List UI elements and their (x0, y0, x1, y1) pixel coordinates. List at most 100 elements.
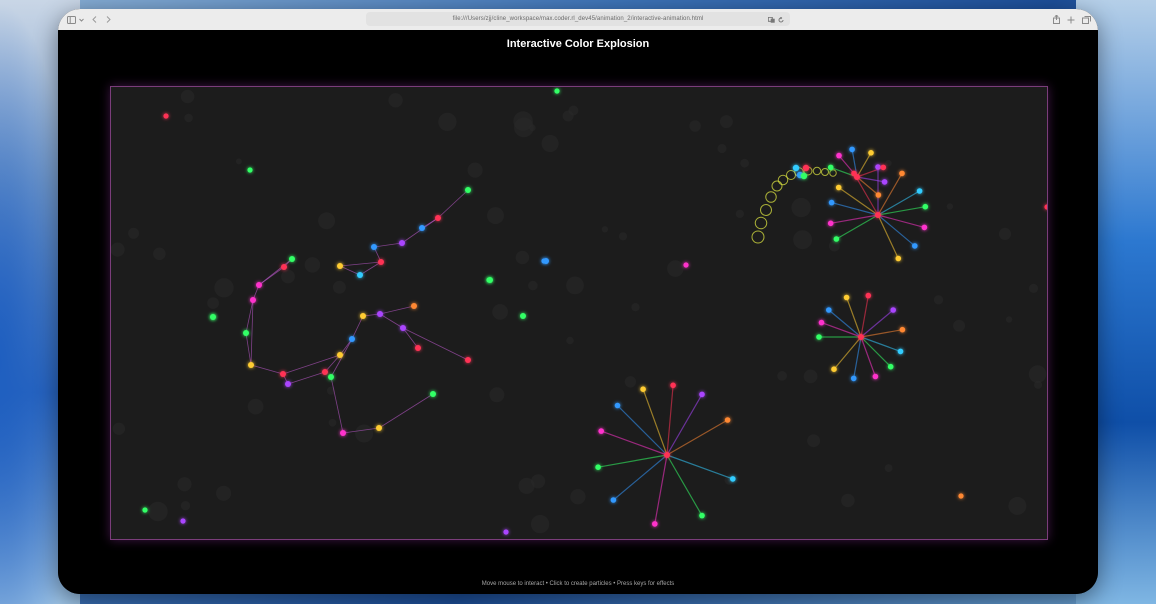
faint-particle (1028, 365, 1047, 383)
faint-particle (153, 247, 166, 261)
trail-ring (829, 169, 837, 177)
burst-ray (853, 336, 862, 379)
faint-particle (281, 269, 295, 284)
particle-dot (503, 529, 509, 535)
particle-dot (419, 225, 425, 231)
burst-particle (850, 375, 857, 382)
burst-particle (827, 220, 834, 227)
plus-icon[interactable] (1067, 13, 1075, 26)
faint-particle (328, 418, 337, 427)
burst-ray (613, 454, 668, 501)
burst-particle (875, 192, 882, 198)
particle-dot (210, 314, 216, 320)
burst-ray (642, 388, 668, 456)
burst-particle (670, 382, 676, 389)
burst-ray (617, 405, 668, 456)
burst-particle (699, 512, 705, 519)
burst-ray (654, 454, 668, 525)
burst-particle (872, 373, 879, 380)
faint-particle (689, 120, 701, 132)
faint-particle (791, 197, 811, 218)
burst-ray (666, 419, 728, 456)
burst-particle (833, 236, 840, 242)
burst-layer (597, 149, 926, 525)
burst-particle (890, 307, 896, 313)
particle-dot (958, 493, 964, 499)
faint-particle (515, 250, 530, 265)
faint-particle (719, 115, 733, 129)
faint-particle (318, 212, 336, 230)
back-icon[interactable] (91, 13, 98, 26)
faint-particle (946, 203, 954, 210)
faint-particle (793, 230, 813, 250)
faint-particle (566, 276, 584, 295)
faint-particle (624, 376, 637, 388)
share-icon[interactable] (1052, 13, 1060, 26)
faint-particle (807, 434, 821, 448)
burst-core (664, 452, 670, 458)
tab-overview-icon[interactable] (1082, 13, 1091, 26)
faint-particle (566, 336, 574, 345)
burst-particle (921, 224, 928, 231)
burst-particle (916, 188, 923, 194)
faint-particle (1008, 496, 1027, 515)
faint-particle (884, 464, 893, 473)
particle-dot (337, 352, 343, 358)
faint-particle (717, 143, 727, 154)
faint-particle (735, 209, 745, 219)
burst-particle (598, 428, 604, 434)
browser-toolbar: file:///Users/zjj/cline_workspace/max.co… (58, 9, 1098, 31)
page-title: Interactive Color Explosion (506, 38, 650, 50)
particle-dots-layer (142, 88, 1047, 535)
sidebar-icon[interactable] (66, 13, 76, 26)
trail-ring (812, 166, 822, 176)
particle-dot (337, 263, 343, 269)
burst-ray (600, 430, 668, 456)
burst-particle (835, 184, 842, 191)
reload-icon[interactable] (778, 10, 784, 28)
address-bar[interactable]: file:///Users/zjj/cline_workspace/max.co… (366, 12, 790, 26)
particle-dot (430, 391, 436, 397)
animation-canvas[interactable] (110, 86, 1048, 540)
burst-core (854, 174, 860, 180)
cursor-particle (802, 164, 810, 172)
burst-particle (887, 363, 894, 370)
burst-particle (899, 326, 906, 333)
faint-particle (570, 489, 586, 505)
particle-link (402, 327, 469, 361)
faint-particle (489, 387, 505, 403)
instructions-text: Move mouse to interact • Click to create… (481, 581, 675, 587)
faint-particle (467, 162, 483, 178)
chevron-down-icon[interactable] (78, 13, 84, 26)
faint-particle (388, 93, 403, 108)
particle-dot (142, 507, 148, 513)
burst-ray (597, 454, 668, 468)
faint-particle (601, 226, 609, 233)
particle-link (245, 332, 252, 366)
particle-dot (280, 371, 286, 377)
burst-particle (610, 497, 617, 503)
particle-scene[interactable] (111, 87, 1047, 539)
faint-particle (530, 514, 550, 534)
faint-particle (438, 112, 457, 132)
burst-ray (860, 329, 903, 338)
particle-dot (1044, 204, 1047, 210)
trail-ring (760, 204, 772, 216)
particle-link (373, 242, 403, 248)
burst-particle (922, 203, 929, 210)
burst-particle (899, 170, 905, 177)
particle-link (339, 265, 361, 276)
forward-icon[interactable] (105, 13, 112, 26)
burst-ray (833, 336, 862, 370)
faint-particle (518, 477, 535, 494)
particle-link (330, 338, 353, 378)
particle-dot (415, 345, 421, 351)
particle-dot (256, 282, 262, 288)
faint-particle (803, 369, 818, 384)
translate-icon[interactable] (767, 10, 775, 28)
particle-dot (465, 357, 471, 363)
particle-dot (322, 369, 328, 375)
faint-particle (487, 207, 504, 225)
burst-particle (868, 150, 874, 156)
faint-particle (1028, 283, 1039, 293)
